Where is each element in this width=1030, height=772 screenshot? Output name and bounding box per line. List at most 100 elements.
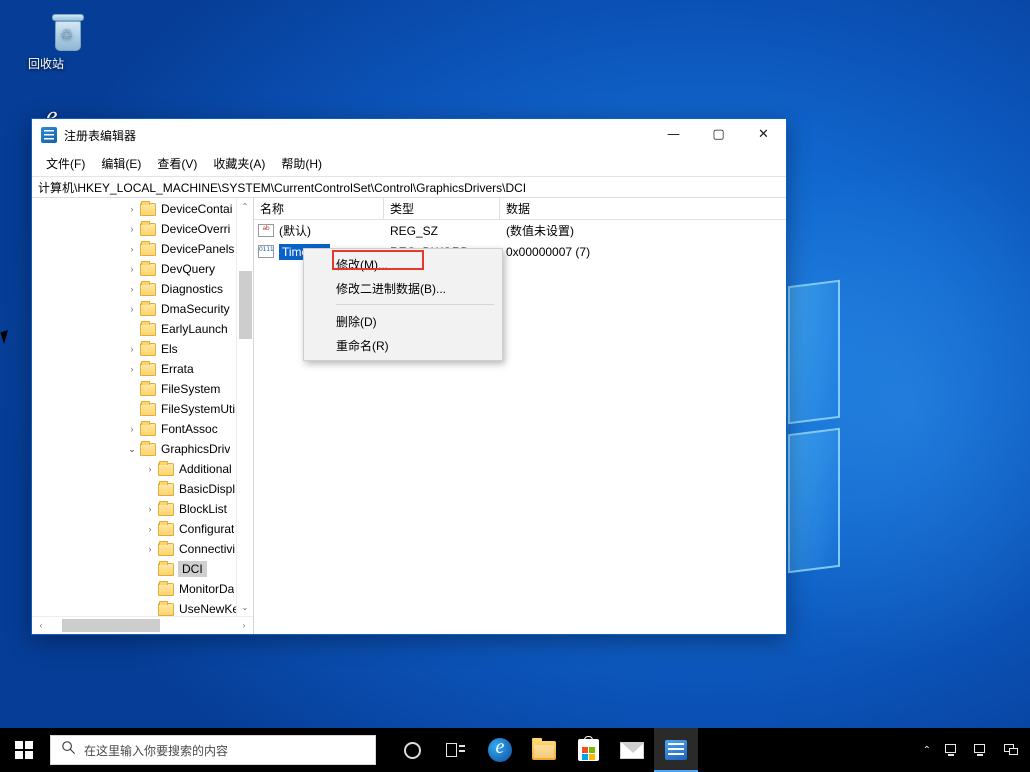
menu-edit[interactable]: 编辑(E) — [93, 152, 149, 175]
column-header-type[interactable]: 类型 — [384, 198, 500, 219]
tree-node-label: Connectivi — [179, 542, 236, 556]
tree-node-label: DeviceContai — [161, 202, 233, 216]
tree-horizontal-scrollbar[interactable]: ‹ › — [32, 616, 253, 634]
taskbar-button-microsoft-store[interactable] — [566, 728, 610, 772]
value-type: REG_SZ — [390, 223, 439, 238]
menu-favorites[interactable]: 收藏夹(A) — [205, 152, 273, 175]
menu-help[interactable]: 帮助(H) — [273, 152, 330, 175]
minimize-button[interactable]: — — [651, 119, 696, 150]
tray-network[interactable] — [996, 728, 1026, 772]
search-input[interactable]: 在这里输入你要搜索的内容 — [50, 735, 376, 765]
context-menu-item-modify-binary-data[interactable]: 修改二进制数据(B)... — [304, 276, 502, 300]
chevron-right-icon[interactable]: › — [142, 459, 158, 479]
value-row[interactable]: ab (默认) REG_SZ (数值未设置) — [254, 220, 786, 241]
chevron-right-icon[interactable]: › — [124, 419, 140, 439]
scroll-track[interactable] — [237, 215, 253, 599]
window-title: 注册表编辑器 — [64, 128, 137, 143]
tree-node[interactable]: › FontAssoc — [32, 419, 236, 439]
chevron-right-icon[interactable]: › — [142, 499, 158, 519]
chevron-right-icon[interactable]: › — [124, 279, 140, 299]
taskbar-button-edge[interactable] — [478, 728, 522, 772]
tree-node[interactable]: › DevQuery — [32, 259, 236, 279]
taskbar[interactable]: 在这里输入你要搜索的内容 e ⌃ — [0, 728, 1030, 772]
scroll-left-arrow-icon[interactable]: ‹ — [32, 621, 50, 630]
registry-tree[interactable]: › DeviceContai › DeviceOverri › DevicePanels ›… — [32, 198, 236, 616]
hscroll-thumb[interactable] — [62, 619, 160, 632]
chevron-right-icon[interactable]: › — [142, 519, 158, 539]
context-menu-item-rename[interactable]: 重命名(R) — [304, 333, 502, 357]
chevron-right-icon[interactable]: › — [124, 259, 140, 279]
tray-show-hidden-icons[interactable]: ⌃ — [916, 728, 938, 772]
tree-node[interactable]: DCI — [32, 559, 236, 579]
tree-node[interactable]: › Additional — [32, 459, 236, 479]
tree-node[interactable]: EarlyLaunch — [32, 319, 236, 339]
menu-view[interactable]: 查看(V) — [149, 152, 205, 175]
maximize-button[interactable]: ▢ — [696, 119, 741, 150]
tree-node[interactable]: › DeviceContai — [32, 199, 236, 219]
taskbar-button-task-view[interactable] — [434, 728, 478, 772]
tree-node[interactable]: ⌄ GraphicsDriv — [32, 439, 236, 459]
column-header-data[interactable]: 数据 — [500, 198, 786, 219]
tray-second-display[interactable] — [967, 728, 996, 772]
chevron-right-icon[interactable]: › — [124, 219, 140, 239]
tree-node[interactable]: › Els — [32, 339, 236, 359]
address-bar[interactable]: 计算机\HKEY_LOCAL_MACHINE\SYSTEM\CurrentCon… — [32, 176, 786, 198]
tray-display-adapter[interactable] — [938, 728, 967, 772]
chevron-right-icon[interactable]: › — [124, 239, 140, 259]
registry-tree-pane[interactable]: › DeviceContai › DeviceOverri › DevicePanels ›… — [32, 198, 254, 634]
chevron-right-icon[interactable]: › — [142, 539, 158, 559]
tree-node-label: DCI — [178, 561, 207, 577]
tree-node[interactable]: › DmaSecurity — [32, 299, 236, 319]
folder-icon — [140, 280, 156, 296]
scroll-thumb[interactable] — [239, 271, 252, 339]
tree-node[interactable]: UseNewKe — [32, 599, 236, 616]
tree-node[interactable]: › Errata — [32, 359, 236, 379]
tree-node-label: MonitorDa — [179, 582, 235, 596]
tree-vertical-scrollbar[interactable]: ⌃ ⌄ — [236, 198, 253, 616]
context-menu[interactable]: 修改(M)... 修改二进制数据(B)... 删除(D) 重命名(R) — [303, 248, 503, 361]
tree-node[interactable]: › Diagnostics — [32, 279, 236, 299]
window-titlebar[interactable]: 注册表编辑器 — ▢ ✕ — [32, 119, 786, 151]
store-icon — [577, 736, 599, 761]
taskbar-button-registry-editor[interactable] — [654, 728, 698, 772]
values-column-header[interactable]: 名称 类型 数据 — [254, 198, 786, 220]
chevron-down-icon[interactable]: ⌄ — [124, 439, 140, 459]
tree-node[interactable]: FileSystem — [32, 379, 236, 399]
tree-node[interactable]: › DeviceOverri — [32, 219, 236, 239]
chevron-right-icon[interactable]: › — [124, 199, 140, 219]
start-button[interactable] — [0, 728, 48, 772]
chevron-right-icon[interactable]: › — [124, 299, 140, 319]
chevron-right-icon[interactable]: › — [124, 359, 140, 379]
context-menu-item-modify[interactable]: 修改(M)... — [304, 252, 502, 276]
desktop-icon-label: 回收站 — [27, 57, 64, 71]
tree-node[interactable]: › Connectivi — [32, 539, 236, 559]
taskbar-button-mail[interactable] — [610, 728, 654, 772]
close-button[interactable]: ✕ — [741, 119, 786, 150]
scroll-right-arrow-icon[interactable]: › — [235, 621, 253, 630]
hscroll-track[interactable] — [50, 619, 235, 632]
tree-node[interactable]: FileSystemUti — [32, 399, 236, 419]
desktop[interactable]: ♲ 回收站 Mic 此 注册表编辑器 — ▢ ✕ 文件(F) 编辑(E) 查看(… — [0, 0, 1030, 772]
menu-bar[interactable]: 文件(F) 编辑(E) 查看(V) 收藏夹(A) 帮助(H) — [32, 151, 786, 176]
window-controls[interactable]: — ▢ ✕ — [651, 119, 786, 150]
scroll-down-arrow-icon[interactable]: ⌄ — [237, 599, 253, 616]
taskbar-button-cortana[interactable] — [390, 728, 434, 772]
tree-node[interactable]: › DevicePanels — [32, 239, 236, 259]
desktop-icon-recycle-bin[interactable]: ♲ 回收站 — [8, 10, 84, 72]
tree-node[interactable]: BasicDispl — [32, 479, 236, 499]
tree-node[interactable]: › Configurat — [32, 519, 236, 539]
context-menu-item-delete[interactable]: 删除(D) — [304, 309, 502, 333]
tree-node-label: DevicePanels — [161, 242, 235, 256]
taskbar-button-file-explorer[interactable] — [522, 728, 566, 772]
tree-node-label: Additional — [179, 462, 232, 476]
registry-editor-window[interactable]: 注册表编辑器 — ▢ ✕ 文件(F) 编辑(E) 查看(V) 收藏夹(A) 帮助… — [31, 118, 787, 635]
folder-icon — [140, 380, 156, 396]
scroll-up-arrow-icon[interactable]: ⌃ — [237, 198, 253, 215]
tree-node[interactable]: MonitorDa — [32, 579, 236, 599]
tree-node[interactable]: › BlockList — [32, 499, 236, 519]
menu-file[interactable]: 文件(F) — [38, 152, 93, 175]
system-tray[interactable]: ⌃ — [916, 728, 1030, 772]
edge-icon — [488, 736, 512, 762]
chevron-right-icon[interactable]: › — [124, 339, 140, 359]
column-header-name[interactable]: 名称 — [254, 198, 384, 219]
